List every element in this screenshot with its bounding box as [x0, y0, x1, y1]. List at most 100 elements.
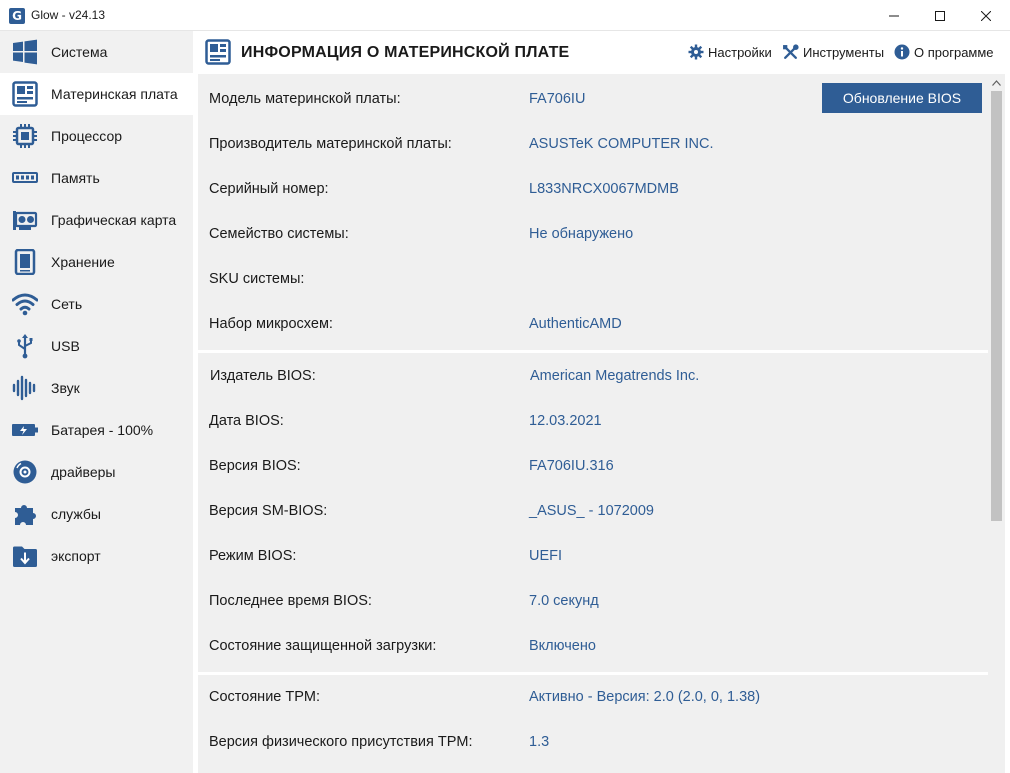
sidebar-item-label: Графическая карта [51, 212, 177, 228]
settings-label: Настройки [708, 44, 772, 60]
row-value: ASUSTeK COMPUTER INC. [529, 136, 714, 152]
row-label: Версия SM-BIOS: [209, 503, 328, 519]
info-row-system-family: Семейство системы: Не обнаружено [198, 219, 988, 249]
minimize-button[interactable] [871, 0, 917, 31]
sidebar-item-export[interactable]: экспорт [0, 535, 193, 577]
row-label: Серийный номер: [209, 181, 329, 197]
main-header: ИНФОРМАЦИЯ О МАТЕРИНСКОЙ ПЛАТЕ Настройки… [193, 31, 1010, 73]
title-bar: G Glow - v24.13 [0, 0, 1010, 31]
export-icon [11, 542, 39, 570]
row-label: SKU системы: [209, 271, 305, 287]
row-value: UEFI [529, 548, 563, 564]
motherboard-icon [205, 39, 231, 65]
sidebar-item-label: Процессор [51, 128, 123, 144]
sidebar-item-processor[interactable]: Процессор [0, 115, 193, 157]
row-value: American Megatrends Inc. [530, 368, 700, 384]
sidebar-item-drivers[interactable]: драйверы [0, 451, 193, 493]
sidebar: Система Материнская плата Процессор Памя… [0, 31, 193, 773]
sidebar-item-label: Система [51, 44, 108, 60]
info-row-bios-version: Версия BIOS: FA706IU.316 [198, 451, 988, 481]
sidebar-item-label: Сеть [51, 296, 83, 312]
scrollbar-thumb[interactable] [991, 91, 1002, 521]
sidebar-item-label: драйверы [51, 464, 116, 480]
window-title: Glow - v24.13 [31, 8, 106, 22]
memory-icon [11, 164, 39, 192]
info-icon [894, 44, 910, 60]
bios-update-button[interactable]: Обновление BIOS [822, 83, 982, 113]
sidebar-item-storage[interactable]: Хранение [0, 241, 193, 283]
sound-icon [11, 374, 39, 402]
motherboard-icon [11, 80, 39, 108]
sidebar-item-sound[interactable]: Звук [0, 367, 193, 409]
info-row-bios-date: Дата BIOS: 12.03.2021 [198, 406, 988, 436]
row-value: Активно - Версия: 2.0 (2.0, 0, 1.38) [529, 689, 761, 705]
info-row-system-sku: SKU системы: [198, 264, 988, 294]
sidebar-item-services[interactable]: службы [0, 493, 193, 535]
info-row-bios-vendor: Издатель BIOS: American Megatrends Inc. [198, 361, 988, 391]
info-row-secure-boot: Состояние защищенной загрузки: Включено [198, 631, 988, 661]
sidebar-item-label: Звук [51, 380, 80, 396]
row-label: Издатель BIOS: [210, 368, 316, 384]
sidebar-item-label: экспорт [51, 548, 101, 564]
puzzle-icon [11, 500, 39, 528]
sidebar-item-label: службы [51, 506, 101, 522]
row-value: AuthenticAMD [529, 316, 622, 332]
app-logo: G [9, 8, 25, 24]
sidebar-item-graphics-card[interactable]: Графическая карта [0, 199, 193, 241]
vertical-scrollbar[interactable] [988, 74, 1005, 773]
maximize-icon [935, 10, 945, 21]
info-row-smbios-version: Версия SM-BIOS: _ASUS_ - 1072009 [198, 496, 988, 526]
info-row-last-bios-time: Последнее время BIOS: 7.0 секунд [198, 586, 988, 616]
row-value: FA706IU [529, 91, 586, 107]
row-label: Версия физического присутствия TPM: [209, 734, 473, 750]
row-value: 1.3 [529, 734, 550, 750]
sidebar-item-label: Батарея - 100% [51, 422, 154, 438]
info-row-manufacturer: Производитель материнской платы: ASUSTeK… [198, 129, 988, 159]
battery-icon [11, 416, 39, 444]
sidebar-item-label: USB [51, 338, 80, 354]
row-label: Состояние защищенной загрузки: [209, 638, 437, 654]
info-content: Модель материнской платы: FA706IU Обновл… [198, 74, 988, 773]
wifi-icon [11, 290, 39, 318]
row-value: FA706IU.316 [529, 458, 614, 474]
chevron-up-icon [992, 79, 1001, 86]
about-label: О программе [914, 44, 994, 60]
row-label: Версия BIOS: [209, 458, 301, 474]
minimize-icon [889, 15, 899, 16]
row-label: Дата BIOS: [209, 413, 284, 429]
sidebar-item-system[interactable]: Система [0, 31, 193, 73]
section-divider [198, 350, 988, 353]
info-row-tpm-presence-version: Версия физического присутствия TPM: 1.3 [198, 727, 988, 757]
sidebar-item-label: Память [51, 170, 100, 186]
maximize-button[interactable] [917, 0, 963, 31]
tools-link[interactable]: Инструменты [782, 44, 884, 61]
settings-link[interactable]: Настройки [688, 44, 772, 60]
row-label: Набор микросхем: [209, 316, 333, 332]
close-button[interactable] [963, 0, 1009, 31]
row-value: Включено [529, 638, 596, 654]
sidebar-item-network[interactable]: Сеть [0, 283, 193, 325]
sidebar-item-label: Хранение [51, 254, 115, 270]
storage-icon [11, 248, 39, 276]
cpu-icon [11, 122, 39, 150]
row-label: Режим BIOS: [209, 548, 297, 564]
windows-icon [11, 38, 39, 66]
gpu-icon [11, 206, 39, 234]
sidebar-item-motherboard[interactable]: Материнская плата [0, 73, 193, 115]
usb-icon [11, 332, 39, 360]
main-panel: ИНФОРМАЦИЯ О МАТЕРИНСКОЙ ПЛАТЕ Настройки… [193, 31, 1010, 773]
info-row-bios-mode: Режим BIOS: UEFI [198, 541, 988, 571]
about-link[interactable]: О программе [894, 44, 994, 60]
scroll-up-button[interactable] [988, 74, 1005, 91]
row-value: 7.0 секунд [529, 593, 599, 609]
row-value: Не обнаружено [529, 226, 634, 242]
row-value: L833NRCX0067MDMB [529, 181, 679, 197]
tools-icon [783, 44, 799, 59]
sidebar-item-usb[interactable]: USB [0, 325, 193, 367]
close-icon [981, 10, 991, 21]
sidebar-item-battery[interactable]: Батарея - 100% [0, 409, 193, 451]
row-value: _ASUS_ - 1072009 [529, 503, 654, 519]
sidebar-item-memory[interactable]: Память [0, 157, 193, 199]
gear-icon [688, 44, 704, 60]
row-value: 12.03.2021 [529, 413, 602, 429]
